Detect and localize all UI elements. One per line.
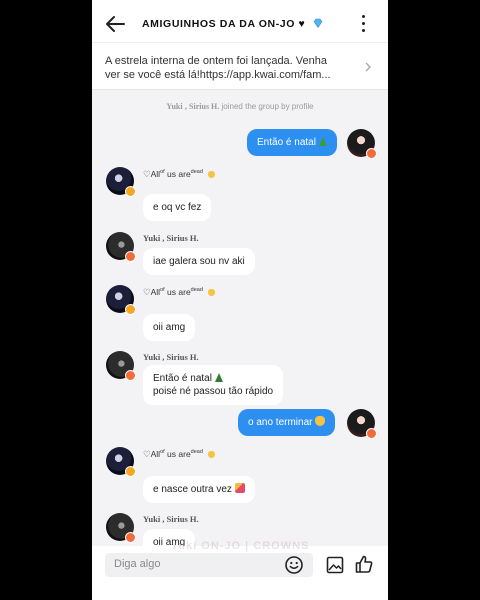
- message-bubble-incoming[interactable]: Então é natal poisé né passou tão rápido: [143, 365, 284, 405]
- sender-name: Yuki , Sirius H.: [143, 233, 199, 243]
- sender-name: ♡Allof us aredead: [143, 449, 216, 460]
- sender-name-part: us are: [167, 449, 191, 459]
- sender-name: ♡Allof us aredead: [143, 287, 216, 298]
- announcement-text: A estrela interna de ontem foi lançada. …: [105, 54, 357, 82]
- message-text-line-1: Então é natal: [153, 372, 273, 385]
- message-input-placeholder: Diga algo: [114, 558, 161, 570]
- sender-name-part: us are: [167, 287, 191, 297]
- back-arrow-icon[interactable]: [104, 14, 126, 34]
- message-text: e oq vc fez: [153, 202, 202, 213]
- avatar-yuki[interactable]: [106, 232, 136, 262]
- group-title[interactable]: AMIGUINHOS DA DA ON-JO ♥: [142, 18, 323, 30]
- system-notice-name-1: Yuki: [166, 102, 183, 111]
- message-bubble-incoming[interactable]: e oq vc fez: [143, 194, 212, 221]
- announcement-line-1: A estrela interna de ontem foi lançada. …: [105, 55, 327, 67]
- message-bubble-incoming[interactable]: e nasce outra vez: [143, 476, 255, 503]
- announcement-line-2: ver se você está lá!https://app.kwai.com…: [105, 69, 331, 81]
- christmas-tree-emoji: [318, 137, 327, 146]
- image-icon[interactable]: [325, 555, 345, 575]
- christmas-tree-emoji: [214, 373, 223, 382]
- sender-name-sup: dead: [190, 287, 203, 294]
- level-badge-icon: [125, 466, 136, 477]
- party-popper-emoji: [234, 483, 245, 493]
- level-badge-icon: [125, 186, 136, 197]
- sender-name-sup: dead: [190, 169, 203, 176]
- level-badge-icon: [125, 304, 136, 315]
- message-text: e nasce outra vez: [153, 484, 232, 495]
- avatar-self[interactable]: [347, 409, 377, 439]
- sender-name-part: ♡All: [143, 169, 161, 179]
- sender-name-part: us are: [167, 169, 191, 179]
- emoji-icon[interactable]: [284, 555, 304, 575]
- sender-name: Yuki , Sirius H.: [143, 352, 199, 362]
- level-badge-icon: [366, 148, 377, 159]
- message-bubble-outgoing[interactable]: o ano terminar: [238, 409, 336, 436]
- system-notice: Yuki , Sirius H. joined the group by pro…: [92, 102, 388, 111]
- level-badge-icon: [125, 251, 136, 262]
- message-text-line-2: poisé né passou tão rápido: [153, 386, 274, 397]
- gem-icon: [313, 18, 323, 28]
- system-notice-text: joined the group by profile: [221, 102, 314, 111]
- sender-name-sup: of: [160, 449, 165, 456]
- chevron-right-icon: [365, 62, 371, 72]
- system-notice-name-2: Sirius H.: [189, 102, 220, 111]
- sender-name: ♡Allof us aredead: [143, 169, 216, 180]
- message-bubble-incoming[interactable]: iae galera sou nv aki: [143, 248, 255, 275]
- sender-name-sup: dead: [190, 449, 203, 456]
- level-badge-icon: [366, 428, 377, 439]
- avatar-self[interactable]: [347, 129, 377, 159]
- message-bubble-outgoing[interactable]: Então é natal: [247, 129, 337, 156]
- message-text: Então é natal: [153, 373, 212, 384]
- avatar-all-of-us-are-dead[interactable]: [106, 447, 136, 477]
- sender-name-sup: of: [160, 169, 165, 176]
- avatar-all-of-us-are-dead[interactable]: [106, 167, 136, 197]
- phone-screen: AMIGUINHOS DA DA ON-JO ♥ A estrela inter…: [92, 0, 388, 600]
- sender-name: Yuki , Sirius H.: [143, 514, 199, 524]
- avatar-yuki[interactable]: [106, 513, 136, 543]
- thumbs-up-icon[interactable]: [354, 554, 374, 574]
- more-vertical-icon[interactable]: [358, 15, 368, 35]
- sender-name-sup: of: [160, 287, 165, 294]
- message-text: Então é natal: [257, 137, 316, 148]
- chat-area[interactable]: Yuki , Sirius H. joined the group by pro…: [92, 90, 388, 600]
- group-title-text: AMIGUINHOS DA DA ON-JO ♥: [142, 18, 306, 30]
- message-bubble-incoming[interactable]: oii amg: [143, 314, 196, 341]
- message-text: iae galera sou nv aki: [153, 256, 245, 267]
- hand-emoji: [208, 171, 216, 178]
- pointing-hand-emoji: [315, 416, 326, 426]
- watermark-overlay: Yuki ON-JO | CROWNS: [170, 540, 310, 552]
- message-text: oii amg: [153, 322, 186, 333]
- level-badge-icon: [125, 370, 136, 381]
- message-text: o ano terminar: [248, 417, 313, 428]
- announcement-banner[interactable]: A estrela interna de ontem foi lançada. …: [92, 42, 388, 90]
- system-notice-separator: ,: [184, 102, 187, 111]
- hand-emoji: [208, 289, 216, 296]
- avatar-yuki[interactable]: [106, 351, 136, 381]
- chat-header: AMIGUINHOS DA DA ON-JO ♥: [92, 0, 388, 48]
- sender-name-part: ♡All: [143, 449, 161, 459]
- sender-name-part: ♡All: [143, 287, 161, 297]
- avatar-all-of-us-are-dead[interactable]: [106, 285, 136, 315]
- hand-emoji: [208, 451, 216, 458]
